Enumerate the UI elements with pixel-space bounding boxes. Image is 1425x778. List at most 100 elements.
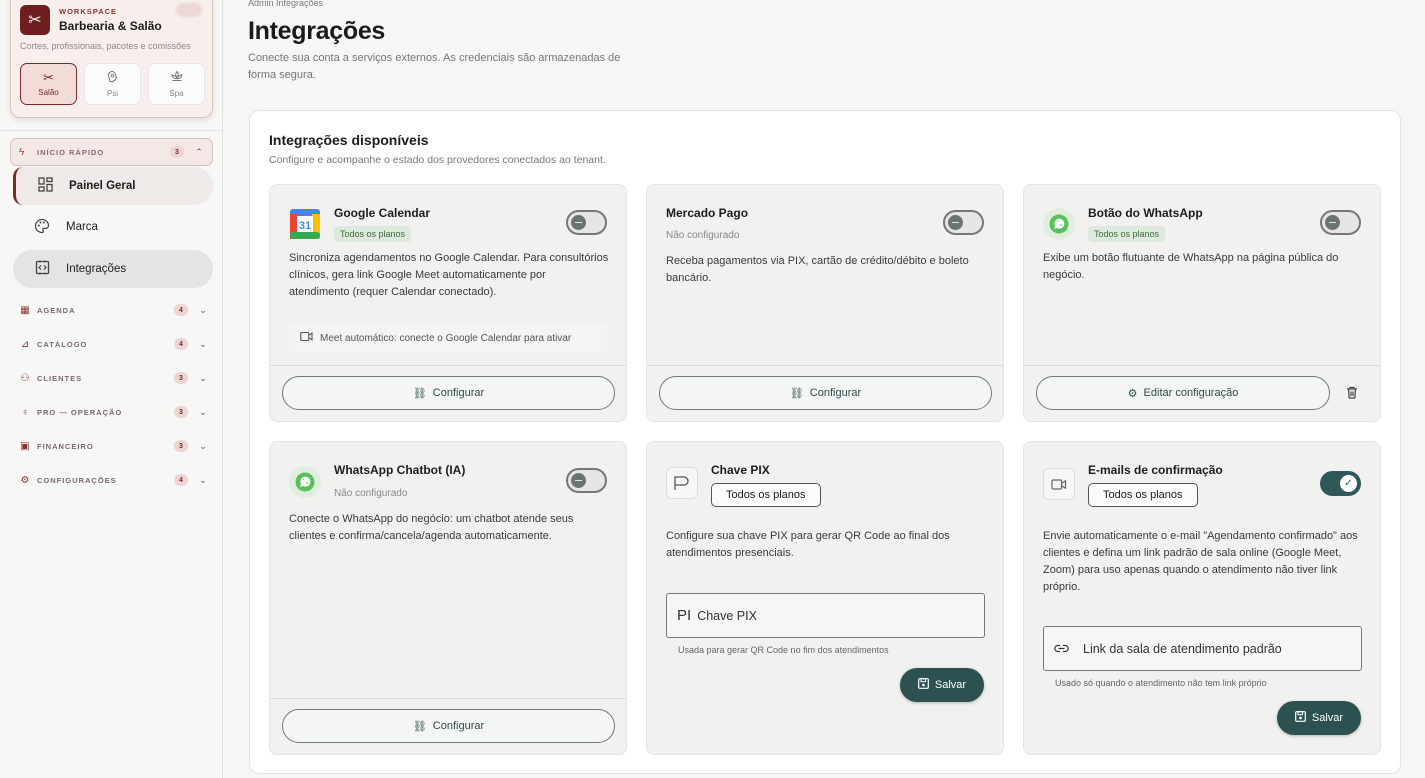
badge-icon: ♁ xyxy=(21,406,29,418)
toggle-knob xyxy=(571,215,586,230)
save-pix-button[interactable]: Salvar xyxy=(900,668,984,702)
sidebar-item-painel-geral[interactable]: Painel Geral xyxy=(13,167,213,205)
default-room-link-field[interactable] xyxy=(1043,626,1362,671)
mode-psi-button[interactable]: Psi xyxy=(84,63,141,105)
mode-spa-button[interactable]: Spa xyxy=(148,63,205,105)
sidebar-group-count: 3 xyxy=(174,406,188,418)
sidebar-group-pro-operacao[interactable]: ♁ PRO — OPERAÇÃO 3 ⌄ xyxy=(18,402,208,422)
page-subtitle: Conecte sua conta a serviços externos. A… xyxy=(248,52,621,81)
card-title: Mercado Pago xyxy=(666,206,749,220)
save-email-settings-button[interactable]: Salvar xyxy=(1277,701,1361,735)
edit-configuration-button[interactable]: ⚙ Editar configuração xyxy=(1036,376,1330,410)
trash-icon[interactable] xyxy=(1346,386,1358,402)
pix-helper-text: Usada para gerar QR Code no fim dos aten… xyxy=(678,645,889,655)
sidebar-divider xyxy=(0,130,223,131)
sidebar-item-label: Painel Geral xyxy=(69,180,136,192)
pix-key-field[interactable]: PI xyxy=(666,593,985,638)
plan-badge: Todos os planos xyxy=(1088,226,1166,242)
pix-icon xyxy=(666,467,698,499)
sidebar-group-count: 3 xyxy=(174,440,188,452)
whatsapp-chatbot-toggle[interactable] xyxy=(566,468,607,493)
mode-salao-button[interactable]: ✂ Salão xyxy=(20,63,77,105)
sidebar-group-count: 4 xyxy=(174,338,188,350)
video-camera-icon xyxy=(1043,468,1075,500)
svg-text:31: 31 xyxy=(299,220,311,232)
gear-icon: ⚙ xyxy=(20,474,30,486)
link-icon: ⛓ xyxy=(789,387,804,400)
button-label: Editar configuração xyxy=(1143,387,1239,399)
card-description: Exibe um botão flutuante de WhatsApp na … xyxy=(1043,252,1339,281)
configure-button[interactable]: ⛓ Configurar xyxy=(282,376,615,410)
mercado-pago-card: Mercado Pago Não configurado Receba paga… xyxy=(646,184,1004,422)
sidebar-group-label: CONFIGURAÇÕES xyxy=(37,475,117,485)
button-label: Configurar xyxy=(432,720,485,732)
sidebar-group-catalogo[interactable]: ⊿ CATÁLOGO 4 ⌄ xyxy=(18,334,208,354)
default-room-link-input[interactable] xyxy=(1083,641,1333,656)
sidebar-item-marca[interactable]: Marca xyxy=(13,208,213,246)
sidebar-group-financeiro[interactable]: ▣ FINANCEIRO 3 ⌄ xyxy=(18,436,208,456)
mode-label: Spa xyxy=(169,89,184,98)
lotus-icon xyxy=(170,70,184,85)
card-footer: ⛓ Configurar xyxy=(270,365,626,421)
sidebar: ✂ WORKSPACE Barbearia & Salão Cortes, pr… xyxy=(0,0,223,778)
pix-prefix: PI xyxy=(677,607,692,624)
scissors-icon: ✂ xyxy=(20,5,50,35)
card-title: Chave PIX xyxy=(711,463,770,477)
mercado-pago-toggle[interactable] xyxy=(943,210,984,235)
link-icon: ⛓ xyxy=(412,720,427,733)
sidebar-group-count: 3 xyxy=(174,372,188,384)
sidebar-group-label: PRO — OPERAÇÃO xyxy=(37,407,123,417)
chevron-down-icon: ⌄ xyxy=(199,440,207,451)
confirmation-emails-toggle[interactable]: ✓ xyxy=(1320,471,1361,496)
plan-badge: Todos os planos xyxy=(1088,483,1198,507)
sidebar-group-agenda[interactable]: ▦ AGENDA 4 ⌄ xyxy=(18,300,208,320)
configure-button[interactable]: ⛓ Configurar xyxy=(282,709,615,743)
link-icon: ⛓ xyxy=(412,387,427,400)
confirmation-emails-card: E-mails de confirmação Todos os planos ✓… xyxy=(1023,441,1381,755)
lightning-icon: ϟ xyxy=(19,146,25,158)
save-icon xyxy=(1295,711,1306,725)
mode-label: Psi xyxy=(106,89,119,98)
page-title: Integrações xyxy=(248,17,386,45)
chevron-down-icon: ⌄ xyxy=(199,304,207,315)
people-icon: ⚇ xyxy=(20,372,30,384)
workspace-description: Cortes, profissionais, pacotes e comissõ… xyxy=(20,41,191,51)
whatsapp-button-toggle[interactable] xyxy=(1320,210,1361,235)
workspace-card: ✂ WORKSPACE Barbearia & Salão Cortes, pr… xyxy=(10,0,213,118)
sidebar-group-label: AGENDA xyxy=(37,305,76,315)
mode-label: Salão xyxy=(38,88,59,97)
panel-subtitle: Configure e acompanhe o estado dos prove… xyxy=(269,154,606,166)
google-calendar-card: 31 Google Calendar Todos os planos Sincr… xyxy=(269,184,627,422)
configure-button[interactable]: ⛓ Configurar xyxy=(659,376,992,410)
button-label: Salvar xyxy=(934,679,967,691)
gear-icon: ⚙ xyxy=(1127,387,1138,400)
toggle-knob xyxy=(948,215,963,230)
chevron-down-icon: ⌄ xyxy=(199,372,207,383)
card-footer: ⚙ Editar configuração xyxy=(1024,365,1380,421)
google-calendar-toggle[interactable] xyxy=(566,210,607,235)
cash-icon: ▣ xyxy=(20,440,30,452)
status-text: Não configurado xyxy=(666,230,740,241)
card-description: Envie automaticamente o e-mail "Agendame… xyxy=(1043,530,1358,593)
sidebar-item-integracoes[interactable]: Integrações xyxy=(13,250,213,288)
button-label: Salvar xyxy=(1311,712,1344,724)
shapes-icon: ⊿ xyxy=(20,338,30,350)
sidebar-group-configuracoes[interactable]: ⚙ CONFIGURAÇÕES 4 ⌄ xyxy=(18,470,208,490)
whatsapp-icon xyxy=(1043,208,1075,240)
quick-start-toggle[interactable]: ϟ INÍCIO RÁPIDO 3 ⌃ xyxy=(10,138,213,166)
card-title: Google Calendar xyxy=(334,206,431,220)
video-camera-icon xyxy=(300,331,313,345)
card-title: E-mails de confirmação xyxy=(1088,463,1223,477)
status-text: Não configurado xyxy=(334,488,408,499)
sidebar-group-count: 4 xyxy=(174,474,188,486)
whatsapp-chatbot-card: WhatsApp Chatbot (IA) Não configurado Co… xyxy=(269,441,627,755)
sidebar-group-clientes[interactable]: ⚇ CLIENTES 3 ⌄ xyxy=(18,368,208,388)
sidebar-group-label: CLIENTES xyxy=(37,373,83,383)
pix-key-input[interactable] xyxy=(697,608,948,623)
toggle-knob xyxy=(571,473,586,488)
workspace-name: Barbearia & Salão xyxy=(59,19,162,33)
plan-badge: Todos os planos xyxy=(711,483,821,507)
button-label: Configurar xyxy=(432,387,485,399)
card-footer: ⛓ Configurar xyxy=(647,365,1003,421)
dashboard-icon xyxy=(36,177,54,195)
